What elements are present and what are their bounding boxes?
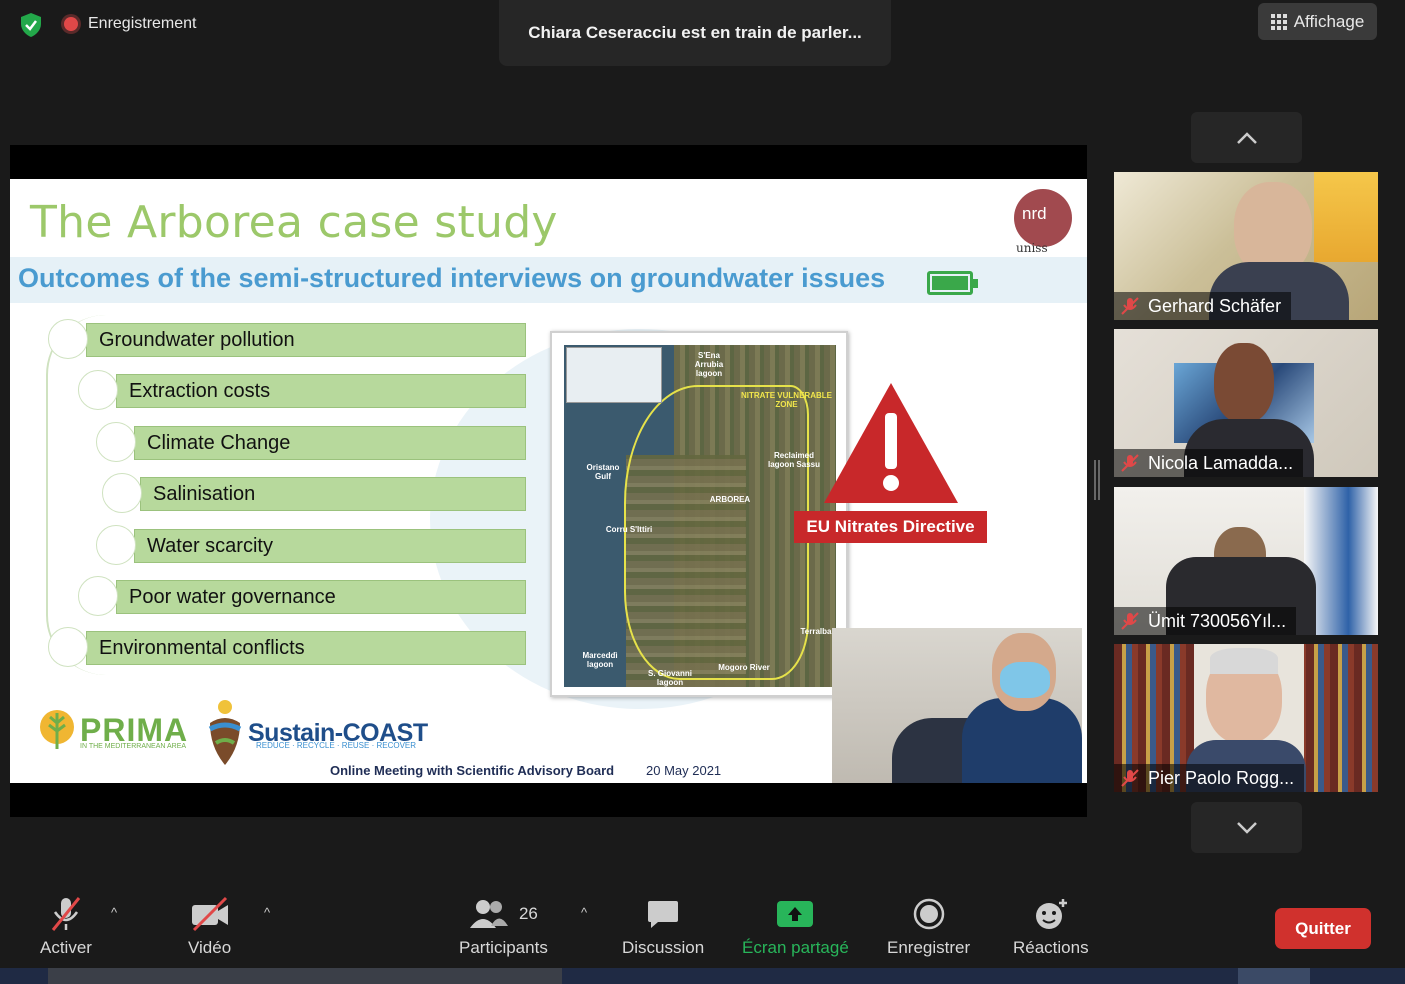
issue-bullet	[102, 473, 142, 513]
taskbar-window-segment[interactable]	[48, 968, 562, 984]
battery-full-icon	[927, 271, 978, 295]
issue-label: Water scarcity	[147, 534, 273, 557]
active-speaker-banner: Chiara Ceseracciu est en train de parler…	[499, 0, 891, 66]
issue-label: Salinisation	[153, 482, 256, 505]
issue-bullet	[48, 627, 88, 667]
slide-title: The Arborea case study	[30, 197, 558, 248]
security-shield-icon[interactable]	[16, 12, 46, 38]
slide-subtitle: Outcomes of the semi-structured intervie…	[18, 263, 886, 293]
chat-icon	[646, 896, 680, 932]
reactions-icon	[1033, 896, 1069, 932]
issue-bullet	[96, 422, 136, 462]
issue-item: Climate Change	[134, 426, 526, 460]
participants-count: 26	[518, 904, 538, 923]
mic-options-caret-icon[interactable]: ^	[111, 905, 117, 920]
issue-label: Climate Change	[147, 431, 291, 454]
scroll-down-button[interactable]	[1191, 802, 1302, 853]
participant-name: Ümit 730056Yıl...	[1114, 607, 1297, 635]
recording-dot-icon	[64, 17, 78, 31]
record-button[interactable]: Enregistrer	[887, 896, 970, 958]
share-screen-icon	[776, 896, 814, 932]
issue-bullet	[78, 370, 118, 410]
view-button-label: Affichage	[1293, 11, 1365, 31]
map-label: Corru S'Ittiri	[605, 525, 653, 534]
issue-item: Water scarcity	[134, 529, 526, 563]
participant-tile[interactable]: Ümit 730056Yıl...	[1114, 487, 1378, 635]
slide-footer-meeting: Online Meeting with Scientific Advisory …	[330, 763, 615, 778]
issue-bullet	[96, 525, 136, 565]
eu-nitrates-label: EU Nitrates Directive	[794, 511, 987, 543]
participant-tile[interactable]: Pier Paolo Rogg...	[1114, 644, 1378, 792]
mic-muted-icon	[1121, 612, 1139, 630]
issue-label: Groundwater pollution	[99, 328, 295, 351]
issue-item: Salinisation	[140, 477, 526, 511]
uniss-logo: uniss	[1016, 241, 1048, 255]
recording-indicator[interactable]: Enregistrement	[64, 12, 197, 36]
participants-options-caret-icon[interactable]: ^	[581, 905, 587, 920]
nrd-logo: nrd	[1014, 189, 1072, 247]
map-label: S'Ena Arrubia lagoon	[694, 351, 724, 378]
mic-muted-icon	[1121, 769, 1139, 787]
map-label: ARBOREA	[709, 495, 751, 504]
mic-muted-icon	[1121, 297, 1139, 315]
chat-button[interactable]: Discussion	[622, 896, 704, 958]
map-label: Mogoro River	[718, 663, 770, 672]
issue-item: Poor water governance	[116, 580, 526, 614]
list-arc	[46, 315, 106, 675]
issue-bullet	[48, 319, 88, 359]
presentation-slide: The Arborea case study nrd uniss Outcome…	[10, 179, 1087, 783]
sardinia-inset-map	[566, 347, 662, 403]
presenter-video-inset	[832, 628, 1082, 783]
chevron-up-icon	[1236, 131, 1257, 144]
map-label: Reclaimed lagoon Sassu	[767, 451, 820, 469]
panel-resize-handle[interactable]	[1094, 460, 1100, 500]
participant-tile[interactable]: Gerhard Schäfer	[1114, 172, 1378, 320]
video-off-icon	[190, 896, 230, 932]
issue-item: Groundwater pollution	[86, 323, 526, 357]
scroll-up-button[interactable]	[1191, 112, 1302, 163]
map-label: S. Giovanni lagoon	[647, 669, 692, 687]
participant-name: Nicola Lamadda...	[1114, 449, 1304, 477]
speaking-banner-text: Chiara Ceseracciu est en train de parler…	[528, 23, 862, 42]
share-screen-button[interactable]: Écran partagé	[742, 896, 849, 958]
participant-name: Pier Paolo Rogg...	[1114, 764, 1305, 792]
grid-icon	[1270, 13, 1287, 30]
warning-triangle-icon	[820, 379, 962, 512]
record-icon	[913, 896, 945, 932]
taskbar-app-segment[interactable]	[1238, 968, 1310, 984]
participant-name: Gerhard Schäfer	[1114, 292, 1292, 320]
chevron-down-icon	[1236, 821, 1257, 834]
participants-icon	[469, 900, 508, 928]
issue-bullet	[78, 576, 118, 616]
mic-off-icon	[49, 896, 83, 932]
issue-label: Poor water governance	[129, 585, 336, 608]
map-label: Oristano Gulf	[586, 463, 620, 481]
sustain-coast-logo: Sustain-COAST REDUCE · RECYCLE · REUSE ·…	[206, 699, 428, 767]
participants-button[interactable]: 26 Participants	[459, 896, 548, 958]
prima-logo: PRIMA IN THE MEDITERRANEAN AREA	[38, 707, 188, 753]
mic-button[interactable]: Activer	[40, 896, 92, 958]
issue-label: Environmental conflicts	[99, 636, 305, 659]
mic-muted-icon	[1121, 454, 1139, 472]
map-label: Marceddì lagoon	[582, 651, 618, 669]
leave-meeting-button[interactable]: Quitter	[1275, 908, 1371, 949]
view-button[interactable]: Affichage	[1258, 3, 1377, 40]
recording-label: Enregistrement	[88, 15, 197, 32]
reactions-button[interactable]: Réactions	[1013, 896, 1089, 958]
video-options-caret-icon[interactable]: ^	[264, 905, 270, 920]
participant-tile[interactable]: Nicola Lamadda...	[1114, 329, 1378, 477]
issue-item: Environmental conflicts	[86, 631, 526, 665]
slide-footer-date: 20 May 2021	[646, 763, 722, 778]
video-button[interactable]: Vidéo	[188, 896, 231, 958]
issue-label: Extraction costs	[129, 379, 271, 402]
map-label: Terralba	[800, 627, 832, 636]
issue-item: Extraction costs	[116, 374, 526, 408]
